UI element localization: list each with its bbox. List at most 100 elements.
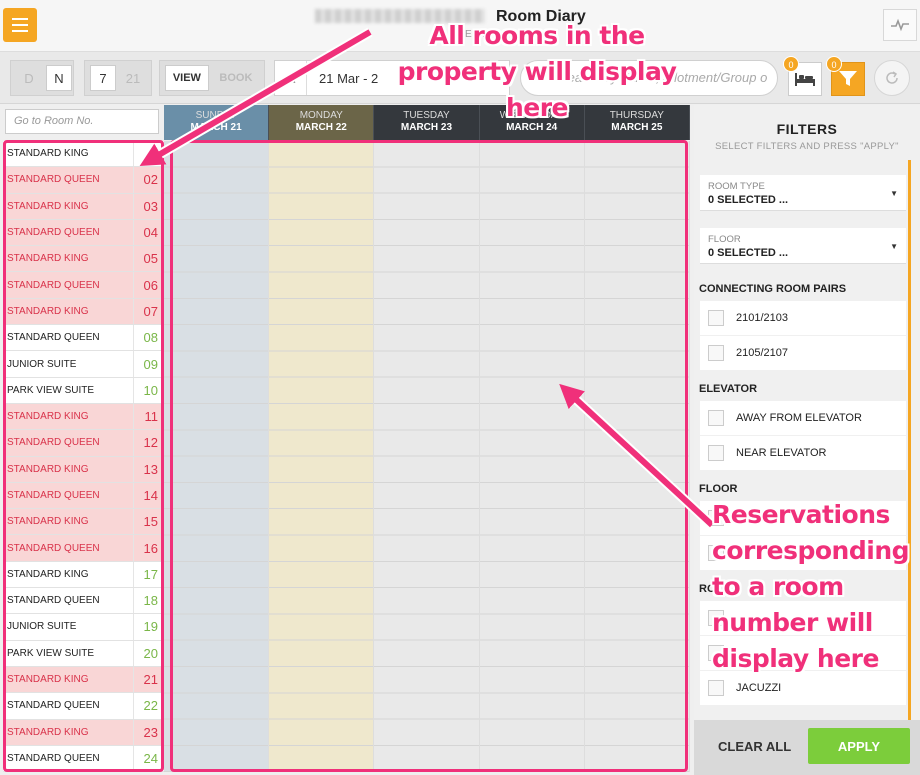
floor-select[interactable]: FLOOR 0 SELECTED ... ▼ [700, 228, 906, 264]
checkbox[interactable] [708, 680, 724, 696]
filter-option-away-elevator[interactable]: AWAY FROM ELEVATOR [700, 401, 906, 435]
room-type-label: STANDARD KING [3, 141, 133, 167]
caret-down-icon: ▼ [890, 189, 898, 198]
room-row[interactable]: JUNIOR SUITE 09 [3, 351, 164, 378]
grid-column-wednesday[interactable] [479, 141, 585, 772]
room-row[interactable]: PARK VIEW SUITE 10 [3, 377, 164, 404]
view-book-toggle: VIEW BOOK [159, 60, 265, 96]
room-type-label: STANDARD KING [3, 298, 133, 325]
room-row[interactable]: STANDARD QUEEN 04 [3, 219, 164, 247]
room-row[interactable]: STANDARD KING 03 [3, 193, 164, 220]
room-row[interactable]: STANDARD KING 15 [3, 509, 164, 536]
seven-days-button[interactable]: 7 [90, 65, 116, 91]
room-type-label: PARK VIEW SUITE [3, 640, 133, 666]
goto-room-input[interactable]: Go to Room No. [5, 109, 159, 134]
room-row[interactable]: STANDARD KING 05 [3, 246, 164, 273]
refresh-button[interactable] [874, 60, 910, 96]
filter-option-connecting-2[interactable]: 2105/2107 [700, 336, 906, 370]
filter-option-near-elevator[interactable]: NEAR ELEVATOR [700, 436, 906, 470]
room-number: 05 [133, 246, 164, 272]
room-row[interactable]: STANDARD QUEEN 16 [3, 535, 164, 562]
room-row[interactable]: STANDARD QUEEN 14 [3, 482, 164, 510]
room-row[interactable]: STANDARD QUEEN 22 [3, 693, 164, 720]
filter-badge: 0 [826, 56, 842, 72]
apply-button[interactable]: APPLY [808, 728, 910, 764]
day-toggle-button[interactable]: D [16, 65, 42, 91]
room-number: 14 [133, 482, 164, 509]
room-row[interactable]: STANDARD QUEEN 08 [3, 325, 164, 352]
room-number: 11 [133, 403, 164, 430]
room-row[interactable]: STANDARD QUEEN 12 [3, 430, 164, 457]
checkbox[interactable] [708, 445, 724, 461]
connecting-rooms-heading: CONNECTING ROOM PAIRS [699, 283, 847, 295]
room-number: 20 [133, 640, 164, 666]
room-number: 22 [133, 693, 164, 719]
room-number: 17 [133, 561, 164, 588]
room-number: 02 [133, 167, 164, 193]
filters-footer: CLEAR ALL APPLY [694, 720, 920, 775]
room-type-select[interactable]: ROOM TYPE 0 SELECTED ... ▼ [700, 175, 906, 211]
room-number: 12 [133, 430, 164, 456]
room-number: 15 [133, 509, 164, 535]
room-row[interactable]: STANDARD KING 13 [3, 456, 164, 483]
day-header-monday[interactable]: MONDAY MARCH 22 [269, 105, 375, 140]
room-row[interactable]: STANDARD KING [3, 141, 164, 168]
funnel-icon [839, 71, 857, 86]
room-row[interactable]: PARK VIEW SUITE 20 [3, 640, 164, 667]
room-number: 04 [133, 219, 164, 246]
room-type-label: STANDARD QUEEN [3, 272, 133, 298]
room-number: 21 [133, 666, 164, 693]
refresh-icon [886, 71, 898, 84]
book-mode-button[interactable]: BOOK [213, 65, 259, 91]
room-type-label: STANDARD QUEEN [3, 745, 133, 772]
view-mode-button[interactable]: VIEW [165, 65, 209, 91]
room-type-label: STANDARD KING [3, 509, 133, 535]
bed-icon [795, 73, 815, 86]
room-row[interactable]: STANDARD KING 11 [3, 403, 164, 431]
room-row[interactable]: STANDARD KING 21 [3, 666, 164, 694]
room-number: 19 [133, 614, 164, 640]
rooms-annotation: All rooms in the property will display h… [397, 21, 677, 122]
room-row[interactable]: STANDARD KING 07 [3, 298, 164, 326]
room-type-label: STANDARD QUEEN [3, 693, 133, 719]
clear-all-button[interactable]: CLEAR ALL [718, 739, 791, 754]
day-header-sunday[interactable]: SUNDAY MARCH 21 [164, 105, 270, 140]
grid-column-sunday[interactable] [164, 141, 270, 772]
room-type-label: STANDARD QUEEN [3, 588, 133, 614]
room-type-label: STANDARD QUEEN [3, 167, 133, 193]
room-row[interactable]: JUNIOR SUITE 19 [3, 614, 164, 641]
checkbox[interactable] [708, 345, 724, 361]
room-row[interactable]: STANDARD KING 17 [3, 561, 164, 589]
room-type-label: STANDARD QUEEN [3, 482, 133, 509]
room-type-label: STANDARD KING [3, 403, 133, 430]
room-type-label: STANDARD KING [3, 561, 133, 588]
grid-column-monday[interactable] [269, 141, 375, 772]
hamburger-icon [12, 18, 28, 20]
twentyone-days-button[interactable]: 21 [120, 65, 146, 91]
grid-column-thursday[interactable] [584, 141, 690, 772]
checkbox[interactable] [708, 410, 724, 426]
room-row[interactable]: STANDARD QUEEN 06 [3, 272, 164, 299]
previous-period-button[interactable]: « [275, 61, 307, 95]
reservations-annotation: Reservations corresponding to a room num… [712, 500, 910, 673]
room-type-label: STANDARD KING [3, 456, 133, 482]
activity-button[interactable] [883, 9, 917, 41]
checkbox[interactable] [708, 310, 724, 326]
grid-column-tuesday[interactable] [374, 141, 480, 772]
room-row[interactable]: STANDARD QUEEN 02 [3, 167, 164, 194]
room-number: 09 [133, 351, 164, 377]
room-row[interactable]: STANDARD QUEEN 24 [3, 745, 164, 773]
room-type-label: STANDARD KING [3, 193, 133, 219]
caret-down-icon: ▼ [890, 242, 898, 251]
elevator-heading: ELEVATOR [699, 383, 758, 395]
date-range-label[interactable]: 21 Mar - 2 [307, 71, 378, 86]
room-row[interactable]: STANDARD QUEEN 18 [3, 588, 164, 615]
room-number: 03 [133, 193, 164, 219]
room-list: STANDARD KING STANDARD QUEEN 02 STANDARD KI… [3, 141, 164, 773]
night-toggle-button[interactable]: N [46, 65, 72, 91]
filter-option-connecting-1[interactable]: 2101/2103 [700, 301, 906, 335]
reservation-grid[interactable] [164, 141, 690, 772]
bed-badge: 0 [783, 56, 799, 72]
room-row[interactable]: STANDARD KING 23 [3, 719, 164, 746]
menu-button[interactable] [3, 8, 37, 42]
